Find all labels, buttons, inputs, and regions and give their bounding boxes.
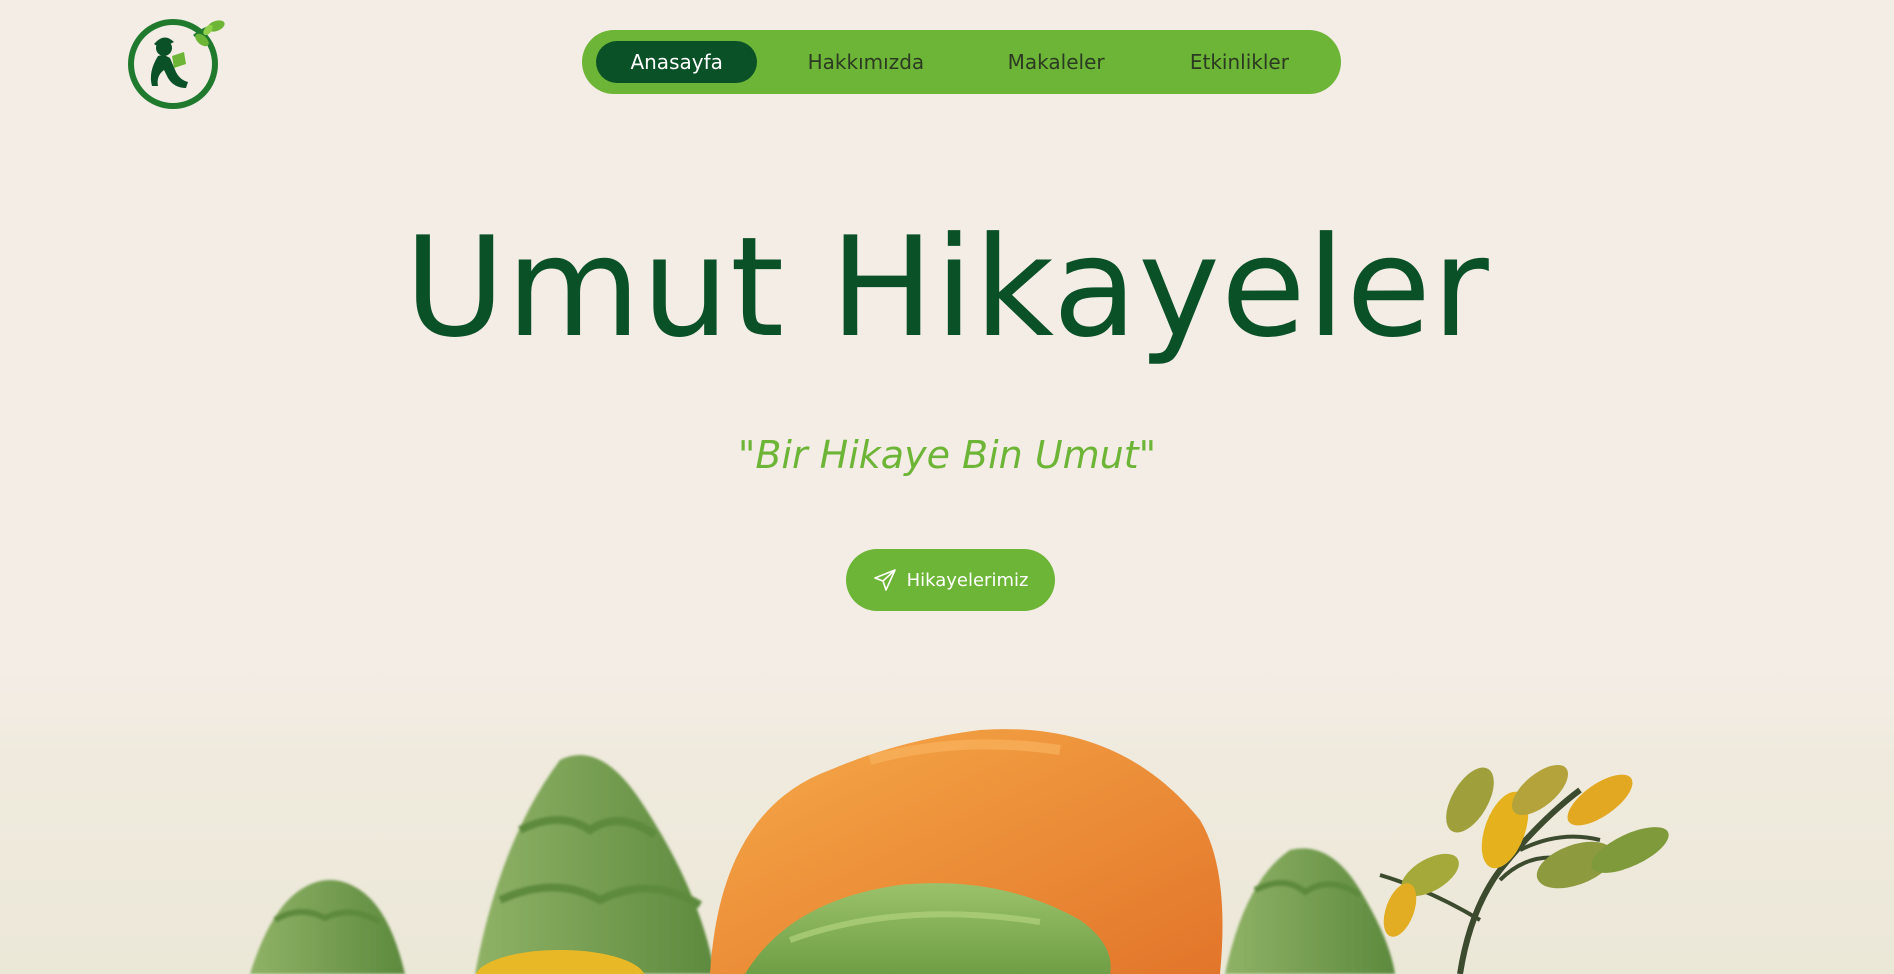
nav-item-hakkimizda[interactable]: Hakkımızda	[757, 41, 974, 83]
nav-item-label: Etkinlikler	[1189, 50, 1289, 74]
nav-item-label: Anasayfa	[630, 50, 723, 74]
nav-item-etkinlikler[interactable]: Etkinlikler	[1138, 41, 1341, 83]
nav-item-label: Hakkımızda	[807, 50, 925, 74]
stories-button[interactable]: Hikayelerimiz	[846, 549, 1055, 611]
nav-item-label: Makaleler	[1007, 50, 1105, 74]
hero-subtitle: "Bir Hikaye Bin Umut"	[737, 433, 1157, 477]
main-nav: Anasayfa Hakkımızda Makaleler Etkinlikle…	[582, 30, 1341, 94]
hero-title: Umut Hikayeler	[404, 207, 1490, 368]
site-logo[interactable]	[124, 18, 226, 110]
nature-illustration	[0, 660, 1894, 974]
nav-item-makaleler[interactable]: Makaleler	[974, 41, 1137, 83]
paper-plane-icon	[873, 569, 896, 591]
nav-item-anasayfa[interactable]: Anasayfa	[596, 41, 758, 83]
child-reading-logo-icon	[128, 19, 225, 109]
page: Anasayfa Hakkımızda Makaleler Etkinlikle…	[0, 0, 1894, 974]
stories-button-label: Hikayelerimiz	[906, 569, 1029, 591]
